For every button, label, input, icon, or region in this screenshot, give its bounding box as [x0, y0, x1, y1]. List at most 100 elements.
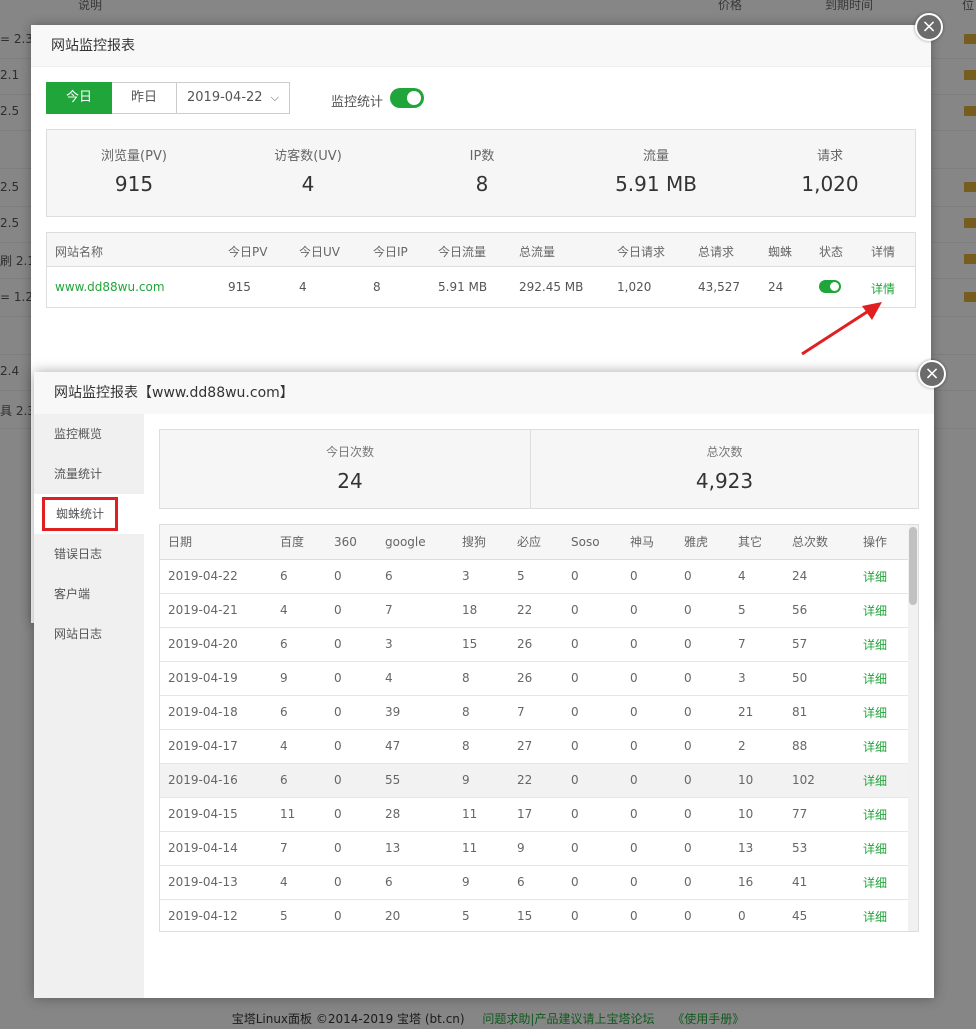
- row-detail-link[interactable]: 详细: [855, 729, 910, 764]
- column-header: 必应: [509, 525, 563, 560]
- table-cell: 0: [730, 899, 784, 931]
- column-header: Soso: [563, 525, 622, 560]
- column-header: 雅虎: [676, 525, 730, 560]
- table-cell: 0: [326, 763, 377, 798]
- stat-label: IP数: [469, 149, 495, 164]
- spider-summary: 今日次数 24 总次数 4,923: [159, 429, 919, 509]
- table-cell: 6: [377, 559, 454, 594]
- col-site-name: 网站名称: [55, 245, 104, 259]
- stat-value: 4: [301, 172, 315, 196]
- table-cell: 0: [326, 797, 377, 832]
- sidebar-item-overview[interactable]: 监控概览: [34, 414, 144, 454]
- table-cell: 22: [509, 763, 563, 798]
- spider-table-header: 日期 百度 360 google 搜狗 必应 Soso 神马 雅虎 其它 总次数 操作: [160, 525, 910, 560]
- table-cell: 0: [563, 865, 622, 900]
- row-detail-link[interactable]: 详细: [855, 661, 910, 696]
- table-cell: 3: [377, 627, 454, 662]
- table-cell: 0: [326, 627, 377, 662]
- table-cell: 2019-04-20: [160, 627, 272, 662]
- col-today-uv: 今日UV: [299, 245, 340, 259]
- table-cell: 45: [784, 899, 855, 931]
- column-header: 搜狗: [454, 525, 509, 560]
- sidebar-item-traffic[interactable]: 流量统计: [34, 454, 144, 494]
- table-cell: 0: [326, 695, 377, 730]
- sidebar-item-client[interactable]: 客户端: [34, 574, 144, 614]
- table-cell: 0: [563, 797, 622, 832]
- tab-yesterday[interactable]: 昨日: [112, 82, 177, 114]
- table-cell: 11: [454, 797, 509, 832]
- table-row: 2019-04-22 6 0 6 3 5 0 0 0 4 24 详细: [160, 559, 910, 594]
- site-name-link[interactable]: www.dd88wu.com: [55, 280, 165, 294]
- table-cell: 26: [509, 627, 563, 662]
- table-cell: 0: [563, 729, 622, 764]
- row-detail-link[interactable]: 详细: [855, 865, 910, 900]
- scrollbar-thumb[interactable]: [909, 527, 917, 605]
- row-detail-link[interactable]: 详细: [855, 831, 910, 866]
- row-detail-link[interactable]: 详细: [855, 627, 910, 662]
- table-cell: 17: [509, 797, 563, 832]
- monitor-toggle[interactable]: [390, 88, 424, 108]
- table-cell: 2019-04-14: [160, 831, 272, 866]
- status-toggle[interactable]: [819, 280, 841, 293]
- table-cell: 0: [676, 695, 730, 730]
- summary-stats: 浏览量(PV) 915 访客数(UV) 4 IP数 8 流量 5.91 MB 请求 1,0…: [46, 129, 916, 217]
- table-cell: 4: [272, 593, 326, 628]
- col-total-requests: 总请求: [698, 245, 735, 259]
- table-cell: 5: [454, 899, 509, 931]
- row-detail-link[interactable]: 详细: [855, 559, 910, 594]
- table-cell: 0: [622, 627, 676, 662]
- column-header: 日期: [160, 525, 272, 560]
- table-cell: 15: [454, 627, 509, 662]
- col-today-ip: 今日IP: [373, 245, 408, 259]
- table-cell: 7: [272, 831, 326, 866]
- cell-today-traffic: 5.91 MB: [438, 280, 488, 294]
- row-detail-link[interactable]: 详细: [855, 763, 910, 798]
- table-cell: 10: [730, 797, 784, 832]
- row-detail-link[interactable]: 详细: [855, 797, 910, 832]
- table-cell: 57: [784, 627, 855, 662]
- table-cell: 8: [454, 695, 509, 730]
- column-header: 总次数: [784, 525, 855, 560]
- table-row: 2019-04-15 11 0 28 11 17 0 0 0 10 77 详细: [160, 797, 910, 832]
- table-cell: 0: [622, 831, 676, 866]
- table-row: 2019-04-16 6 0 55 9 22 0 0 0 10 102 详细: [160, 763, 910, 798]
- row-detail-link[interactable]: 详细: [855, 899, 910, 931]
- date-select-value: 2019-04-22: [187, 90, 263, 105]
- table-row: www.dd88wu.com 915 4 8 5.91 MB 292.45 MB…: [47, 267, 915, 307]
- stat-today-count: 今日次数 24: [160, 430, 540, 508]
- table-cell: 15: [509, 899, 563, 931]
- table-cell: 0: [326, 865, 377, 900]
- close-icon[interactable]: ×: [918, 360, 946, 388]
- table-cell: 6: [377, 865, 454, 900]
- cell-today-ip: 8: [373, 280, 381, 294]
- table-cell: 2019-04-15: [160, 797, 272, 832]
- stat-uv: 访客数(UV) 4: [221, 130, 395, 196]
- details-link[interactable]: 详情: [871, 280, 895, 297]
- table-cell: 0: [622, 593, 676, 628]
- sidebar-item-site-log[interactable]: 网站日志: [34, 614, 144, 654]
- col-total-traffic: 总流量: [519, 245, 556, 259]
- sidebar-item-errors[interactable]: 错误日志: [34, 534, 144, 574]
- table-cell: 3: [454, 559, 509, 594]
- date-select[interactable]: 2019-04-22 ⌵: [177, 82, 290, 114]
- table-cell: 10: [730, 763, 784, 798]
- table-cell: 50: [784, 661, 855, 696]
- table-cell: 2019-04-16: [160, 763, 272, 798]
- table-cell: 0: [676, 627, 730, 662]
- column-header: 操作: [855, 525, 910, 560]
- table-scrollbar[interactable]: [908, 525, 918, 931]
- tab-today[interactable]: 今日: [46, 82, 112, 114]
- row-detail-link[interactable]: 详细: [855, 695, 910, 730]
- sidebar-item-spider[interactable]: 蜘蛛统计: [34, 494, 144, 534]
- table-cell: 26: [509, 661, 563, 696]
- row-detail-link[interactable]: 详细: [855, 593, 910, 628]
- table-cell: 0: [676, 865, 730, 900]
- table-cell: 0: [622, 661, 676, 696]
- table-cell: 13: [377, 831, 454, 866]
- table-cell: 0: [676, 729, 730, 764]
- column-header: 其它: [730, 525, 784, 560]
- table-cell: 0: [676, 763, 730, 798]
- table-cell: 2019-04-22: [160, 559, 272, 594]
- close-icon[interactable]: ×: [915, 13, 943, 41]
- table-cell: 0: [622, 899, 676, 931]
